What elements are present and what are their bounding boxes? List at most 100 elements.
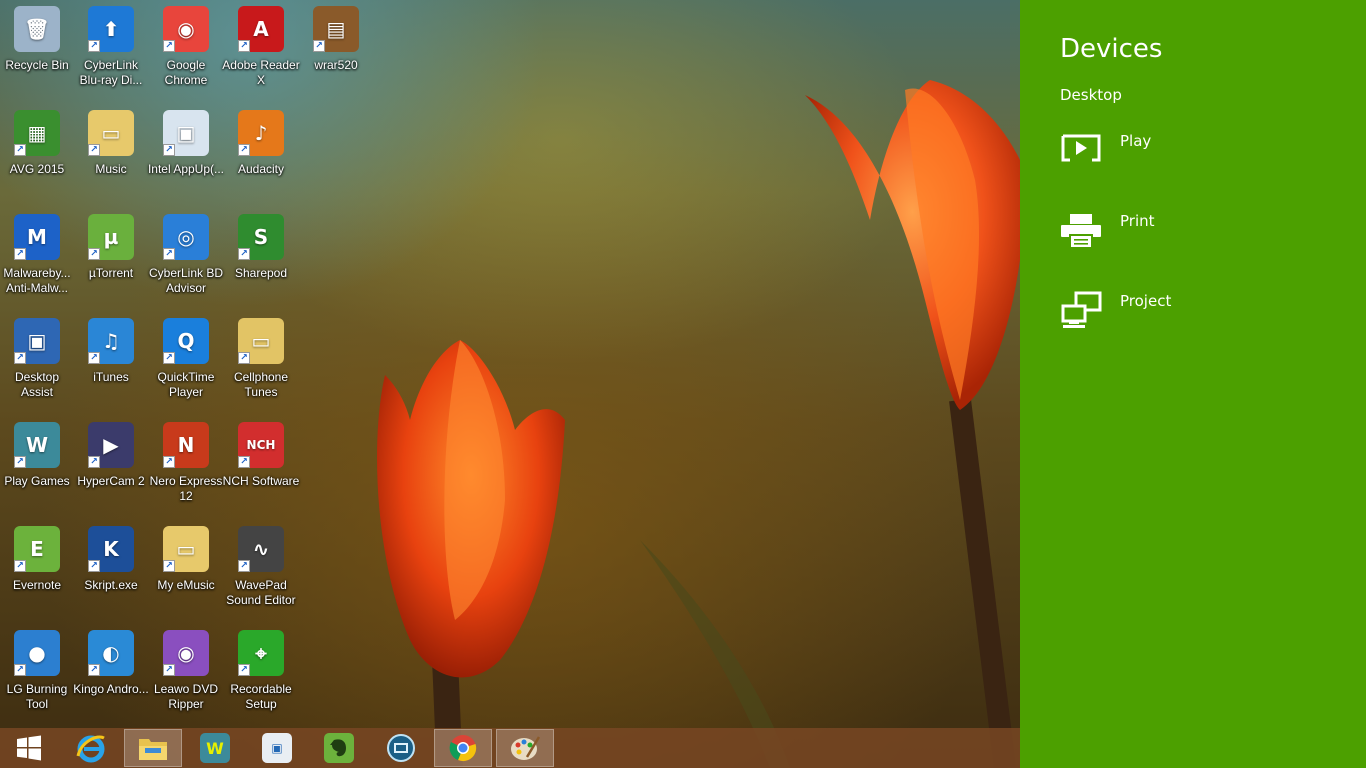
start-button[interactable] <box>0 729 58 767</box>
shortcut-arrow-icon: ↗ <box>163 144 175 156</box>
desktop-icon-wild-tangent-games[interactable]: W ↗ Play Games <box>0 422 74 522</box>
device-project-label: Project <box>1120 292 1172 310</box>
desktop-icon-label: iTunes <box>93 370 129 384</box>
evernote-icon: E ↗ <box>14 526 60 572</box>
desktop-icon-label: WavePad Sound Editor <box>226 578 296 607</box>
desktop-icon-lg-burning-tool[interactable]: ● ↗ LG Burning Tool <box>0 630 74 730</box>
chrome-icon: ◉ ↗ <box>163 6 209 52</box>
desktop-icon-leawo-dvd-ripper[interactable]: ◉ ↗ Leawo DVD Ripper <box>149 630 223 730</box>
charm-title: Devices <box>1060 34 1163 64</box>
desktop-icon-folder[interactable]: ▭ ↗ Cellphone Tunes <box>224 318 298 418</box>
desktop-icon-adobe-reader[interactable]: A ↗ Adobe Reader X <box>222 6 300 106</box>
paint-palette-icon <box>511 736 541 760</box>
malwarebytes-icon: M ↗ <box>14 214 60 260</box>
shortcut-arrow-icon: ↗ <box>88 144 100 156</box>
shortcut-arrow-icon: ↗ <box>88 40 100 52</box>
desktop-icon-label: NCH Software <box>222 474 300 488</box>
shortcut-arrow-icon: ↗ <box>163 248 175 260</box>
desktop-icon-hypercam[interactable]: ▶ ↗ HyperCam 2 <box>74 422 148 522</box>
taskbar-google-chrome[interactable] <box>434 729 492 767</box>
cyberlink-bluray-icon: ⬆ ↗ <box>88 6 134 52</box>
sharepod-icon: S ↗ <box>238 214 284 260</box>
devices-charm-panel: Devices Desktop Play Print Project <box>1020 0 1366 768</box>
desktop-icon-winrar[interactable]: ▤ ↗ wrar520 <box>299 6 373 106</box>
shortcut-arrow-icon: ↗ <box>163 40 175 52</box>
folder-icon: ▭ ↗ <box>88 110 134 156</box>
leawo-dvd-ripper-icon: ◉ ↗ <box>163 630 209 676</box>
avg-icon: ▦ ↗ <box>14 110 60 156</box>
evernote-icon <box>324 733 354 763</box>
device-print-item[interactable]: Print <box>1060 210 1340 260</box>
project-screen-icon <box>1061 291 1102 328</box>
desktop-icon-label: wrar520 <box>314 58 358 72</box>
desktop-icon-recycle-bin[interactable]: 🗑 Recycle Bin <box>0 6 74 106</box>
desktop-icon-audacity[interactable]: ♪ ↗ Audacity <box>224 110 298 210</box>
desktop-icon-label: Malwareby... Anti-Malw... <box>3 266 71 295</box>
desktop-icon-label: Sharepod <box>234 266 288 280</box>
film-reel-icon <box>387 734 415 762</box>
desktop-icon-label: Play Games <box>4 474 70 488</box>
shortcut-arrow-icon: ↗ <box>238 664 250 676</box>
shortcut-arrow-icon: ↗ <box>14 352 26 364</box>
taskbar-evernote[interactable] <box>310 729 368 767</box>
desktop-icon-nero-express[interactable]: N ↗ Nero Express 12 <box>149 422 223 522</box>
desktop-icon-label: Skript.exe <box>84 578 138 592</box>
desktop-icon-folder[interactable]: ▭ ↗ My eMusic <box>149 526 223 626</box>
file-explorer-icon <box>139 739 167 760</box>
shortcut-arrow-icon: ↗ <box>313 40 325 52</box>
desktop-icon-utorrent[interactable]: µ ↗ µTorrent <box>74 214 148 314</box>
desktop-icon-recordable-setup[interactable]: ⌖ ↗ Recordable Setup <box>224 630 298 730</box>
shortcut-arrow-icon: ↗ <box>238 40 250 52</box>
taskbar-paint[interactable] <box>496 729 554 767</box>
winrar-icon: ▤ ↗ <box>313 6 359 52</box>
desktop-icon-label: My eMusic <box>157 578 215 592</box>
desktop-icon-label: Google Chrome <box>164 58 208 87</box>
desktop-icon-cyberlink-bluray[interactable]: ⬆ ↗ CyberLink Blu-ray Di... <box>74 6 148 106</box>
device-play-item[interactable]: Play <box>1060 130 1340 180</box>
wild-tangent-games-icon: W <box>200 733 230 763</box>
device-project-item[interactable]: Project <box>1060 290 1340 340</box>
desktop-icon-evernote[interactable]: E ↗ Evernote <box>0 526 74 626</box>
quicktime-icon: Q ↗ <box>163 318 209 364</box>
desktop-icon-label: QuickTime Player <box>157 370 215 399</box>
desktop-icon-cyberlink-bd-advisor[interactable]: ◎ ↗ CyberLink BD Advisor <box>149 214 223 314</box>
taskbar: W ▣ <box>0 728 1020 768</box>
desktop-icon-malwarebytes[interactable]: M ↗ Malwareby... Anti-Malw... <box>0 214 74 314</box>
shortcut-arrow-icon: ↗ <box>238 560 250 572</box>
intel-appup-icon: ▣ ↗ <box>163 110 209 156</box>
wavepad-icon: ∿ ↗ <box>238 526 284 572</box>
desktop-icon-wavepad[interactable]: ∿ ↗ WavePad Sound Editor <box>224 526 298 626</box>
shortcut-arrow-icon: ↗ <box>238 352 250 364</box>
shortcut-arrow-icon: ↗ <box>14 664 26 676</box>
desktop-icon-label: AVG 2015 <box>9 162 65 176</box>
adobe-reader-icon: A ↗ <box>238 6 284 52</box>
desktop-icon-folder[interactable]: ▭ ↗ Music <box>74 110 148 210</box>
shortcut-arrow-icon: ↗ <box>163 456 175 468</box>
taskbar-internet-explorer[interactable] <box>62 729 120 767</box>
shortcut-arrow-icon: ↗ <box>88 248 100 260</box>
nero-express-icon: N ↗ <box>163 422 209 468</box>
desktop-icon-intel-appup[interactable]: ▣ ↗ Intel AppUp(... <box>148 110 224 210</box>
desktop-icon-avg[interactable]: ▦ ↗ AVG 2015 <box>0 110 74 210</box>
windows-logo-icon <box>17 735 41 761</box>
desktop-icon-skript[interactable]: K ↗ Skript.exe <box>74 526 148 626</box>
desktop-icon-quicktime[interactable]: Q ↗ QuickTime Player <box>149 318 223 418</box>
desktop-icon-kingo-android-root[interactable]: ◐ ↗ Kingo Andro... <box>73 630 149 730</box>
desktop-icon-nch-software[interactable]: NCH ↗ NCH Software <box>222 422 300 522</box>
desktop-icon-label: Recordable Setup <box>230 682 292 711</box>
taskbar-media-player[interactable] <box>372 729 430 767</box>
desktop-icon-sharepod[interactable]: S ↗ Sharepod <box>224 214 298 314</box>
wild-tangent-games-icon: W ↗ <box>14 422 60 468</box>
taskbar-file-explorer[interactable] <box>124 729 182 767</box>
shortcut-arrow-icon: ↗ <box>238 456 250 468</box>
desktop-icon-label: Cellphone Tunes <box>233 370 289 399</box>
desktop-icon-label: LG Burning Tool <box>6 682 68 711</box>
desktop-icon-desktop-assist[interactable]: ▣ ↗ Desktop Assist <box>0 318 74 418</box>
desktop-icon-chrome[interactable]: ◉ ↗ Google Chrome <box>149 6 223 106</box>
desktop-icon-label: HyperCam 2 <box>77 474 145 488</box>
taskbar-wild-tangent-games[interactable]: W <box>186 729 244 767</box>
shortcut-arrow-icon: ↗ <box>238 248 250 260</box>
utorrent-icon: µ ↗ <box>88 214 134 260</box>
desktop-icon-itunes[interactable]: ♫ ↗ iTunes <box>74 318 148 418</box>
taskbar-intel-appup[interactable]: ▣ <box>248 729 306 767</box>
